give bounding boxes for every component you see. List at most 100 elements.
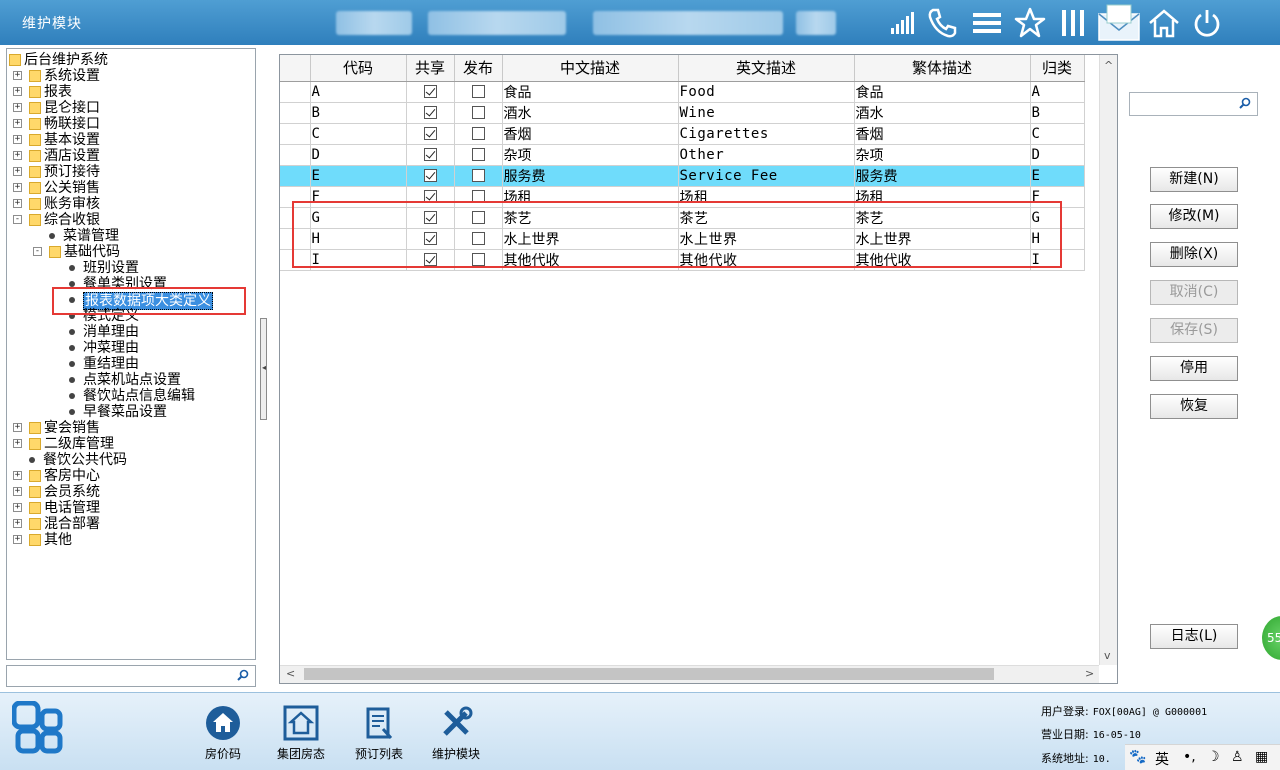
expand-icon[interactable]: + — [13, 503, 22, 512]
tree-item[interactable]: 基础代码 — [49, 244, 120, 260]
checkbox-checked[interactable] — [424, 169, 437, 182]
column-header[interactable]: 英文描述 — [678, 55, 855, 82]
en-desc-cell[interactable]: Food — [678, 81, 855, 103]
shared-cell[interactable] — [406, 102, 455, 124]
published-cell[interactable] — [454, 81, 503, 103]
tree-item[interactable]: 综合收银 — [29, 212, 100, 228]
scroll-left-icon[interactable]: < — [286, 667, 295, 680]
expand-icon[interactable]: + — [13, 71, 22, 80]
tree-item[interactable]: 报表 — [29, 84, 72, 100]
tree-item[interactable]: 预订接待 — [29, 164, 100, 180]
checkbox-unchecked[interactable] — [472, 148, 485, 161]
expand-icon[interactable]: + — [13, 535, 22, 544]
log-button[interactable]: 日志(L) — [1150, 624, 1238, 649]
tree-item[interactable]: 点菜机站点设置 — [69, 372, 181, 388]
expand-icon[interactable]: + — [13, 471, 22, 480]
user-icon[interactable]: ♙ — [1231, 749, 1244, 765]
ime-language[interactable]: 英 — [1155, 749, 1169, 769]
scroll-thumb[interactable] — [304, 668, 994, 680]
moon-icon[interactable]: ☽ — [1207, 749, 1220, 765]
expand-icon[interactable]: + — [13, 487, 22, 496]
published-cell[interactable] — [454, 102, 503, 124]
delete-button[interactable]: 删除(X) — [1150, 242, 1238, 267]
checkbox-unchecked[interactable] — [472, 169, 485, 182]
checkbox-unchecked[interactable] — [472, 106, 485, 119]
row-header-cell[interactable] — [280, 102, 311, 124]
expand-icon[interactable]: + — [13, 87, 22, 96]
checkbox-checked[interactable] — [424, 148, 437, 161]
home-icon[interactable] — [1147, 6, 1181, 40]
zh-desc-cell[interactable]: 食品 — [502, 81, 679, 103]
table-row[interactable]: A 食品 Food 食品 A — [280, 81, 1085, 103]
expand-icon[interactable]: + — [13, 119, 22, 128]
published-cell[interactable] — [454, 165, 503, 187]
tree-item[interactable]: 畅联接口 — [29, 116, 100, 132]
collapse-icon[interactable]: - — [13, 215, 22, 224]
row-header-cell[interactable] — [280, 144, 311, 166]
tree-search-input[interactable] — [6, 665, 256, 687]
disable-button[interactable]: 停用 — [1150, 356, 1238, 381]
tree-item[interactable]: 重结理由 — [69, 356, 139, 372]
tree-item[interactable]: 会员系统 — [29, 484, 100, 500]
expand-icon[interactable]: + — [13, 151, 22, 160]
zh-desc-cell[interactable]: 酒水 — [502, 102, 679, 124]
tree-item[interactable]: 消单理由 — [69, 324, 139, 340]
column-header[interactable]: 繁体描述 — [854, 55, 1031, 82]
tree-item[interactable]: 电话管理 — [29, 500, 100, 516]
vertical-scrollbar[interactable]: ^ v — [1099, 55, 1117, 665]
published-cell[interactable] — [454, 144, 503, 166]
collapse-arrow-icon[interactable]: ◂ — [262, 363, 266, 372]
expand-icon[interactable]: + — [13, 103, 22, 112]
restore-button[interactable]: 恢复 — [1150, 394, 1238, 419]
ime-toolbar[interactable]: 🐾 英 •, ☽ ♙ ▦ — [1125, 744, 1280, 770]
scroll-right-icon[interactable]: > — [1085, 667, 1094, 680]
data-grid[interactable]: 代码 共享 发布 中文描述 英文描述 繁体描述 归类 A 食品 Food 食品 A B 酒水… — [279, 54, 1118, 684]
column-header[interactable]: 中文描述 — [502, 55, 679, 82]
code-cell[interactable]: D — [310, 144, 407, 166]
tw-desc-cell[interactable]: 香烟 — [854, 123, 1031, 145]
code-cell[interactable]: C — [310, 123, 407, 145]
expand-icon[interactable]: + — [13, 423, 22, 432]
tree-root[interactable]: 后台维护系统 — [9, 52, 108, 68]
checkbox-unchecked[interactable] — [472, 127, 485, 140]
tree-item[interactable]: 客房中心 — [29, 468, 100, 484]
tw-desc-cell[interactable]: 酒水 — [854, 102, 1031, 124]
tree-item[interactable]: 餐饮公共代码 — [29, 452, 127, 468]
bars-icon[interactable] — [1057, 6, 1091, 40]
collapse-icon[interactable]: - — [33, 247, 42, 256]
code-cell[interactable]: A — [310, 81, 407, 103]
signal-icon[interactable] — [887, 6, 921, 40]
tree-item[interactable]: 酒店设置 — [29, 148, 100, 164]
expand-icon[interactable]: + — [13, 439, 22, 448]
expand-icon[interactable]: + — [13, 519, 22, 528]
code-cell[interactable]: E — [310, 165, 407, 187]
footer-tool-reservation-list[interactable]: 预订列表 — [344, 705, 414, 762]
row-header-cell[interactable] — [280, 165, 311, 187]
grid-icon[interactable]: ▦ — [1255, 749, 1268, 765]
footer-tool-rate-code[interactable]: 房价码 — [188, 705, 258, 762]
tw-desc-cell[interactable]: 杂项 — [854, 144, 1031, 166]
cancel-button[interactable]: 取消(C) — [1150, 280, 1238, 305]
new-button[interactable]: 新建(N) — [1150, 167, 1238, 192]
punctuation-icon[interactable]: •, — [1183, 749, 1196, 765]
tw-desc-cell[interactable]: 服务费 — [854, 165, 1031, 187]
column-header[interactable]: 共享 — [406, 55, 455, 82]
category-cell[interactable]: E — [1030, 165, 1085, 187]
search-icon[interactable] — [237, 669, 249, 681]
expand-icon[interactable]: + — [13, 183, 22, 192]
tree-item[interactable]: 二级库管理 — [29, 436, 114, 452]
shared-cell[interactable] — [406, 144, 455, 166]
power-icon[interactable] — [1190, 6, 1224, 40]
shared-cell[interactable] — [406, 165, 455, 187]
checkbox-checked[interactable] — [424, 106, 437, 119]
edit-button[interactable]: 修改(M) — [1150, 204, 1238, 229]
paw-icon[interactable]: 🐾 — [1129, 749, 1146, 765]
checkbox-checked[interactable] — [424, 85, 437, 98]
tree-item[interactable]: 班别设置 — [69, 260, 139, 276]
en-desc-cell[interactable]: Wine — [678, 102, 855, 124]
navigation-tree[interactable]: 后台维护系统 系统设置 + 报表 + 昆仑接口 + 畅联接口 + 基本设置 + 酒店设置 + 预订接待 +… — [6, 48, 256, 660]
table-row[interactable]: E 服务费 Service Fee 服务费 E — [280, 165, 1085, 187]
column-header[interactable]: 代码 — [310, 55, 407, 82]
tree-item[interactable]: 餐饮站点信息编辑 — [69, 388, 195, 404]
expand-icon[interactable]: + — [13, 167, 22, 176]
